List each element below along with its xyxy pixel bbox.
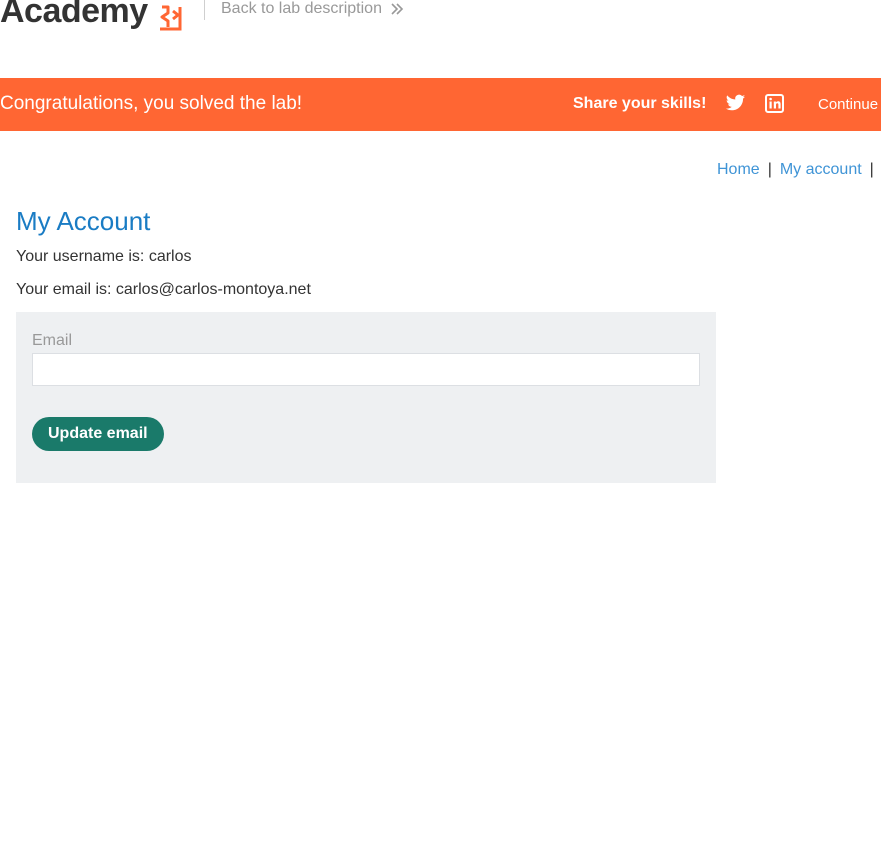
logo-text: Academy: [0, 0, 148, 30]
academy-logo-mark-icon: [159, 5, 182, 31]
continue-learning-link[interactable]: Continue: [818, 96, 878, 113]
email-field-label: Email: [32, 332, 73, 349]
nav-separator: |: [767, 161, 772, 178]
twitter-icon: [725, 94, 746, 111]
linkedin-icon: [765, 94, 784, 113]
nav-separator: |: [869, 161, 874, 178]
nav-home-link[interactable]: Home: [717, 161, 760, 178]
top-navigation: Home | My account |: [717, 161, 881, 179]
academy-logo[interactable]: Academy: [0, 0, 182, 31]
twitter-share-button[interactable]: [725, 94, 746, 114]
share-skills-label: Share your skills!: [573, 95, 707, 112]
update-email-button[interactable]: Update email: [32, 417, 164, 451]
back-to-lab-link[interactable]: Back to lab description: [221, 0, 404, 18]
username-info: Your username is: carlos: [16, 248, 192, 265]
back-to-lab-label: Back to lab description: [221, 0, 382, 17]
header: Academy Back to lab description: [0, 0, 881, 78]
page-title: My Account: [16, 206, 151, 236]
header-divider: [204, 0, 205, 20]
nav-my-account-link[interactable]: My account: [780, 161, 862, 178]
lab-solved-banner: Congratulations, you solved the lab! Sha…: [0, 78, 881, 131]
email-field[interactable]: [32, 353, 700, 386]
change-email-form: Email Update email: [16, 312, 716, 483]
lab-solved-message: Congratulations, you solved the lab!: [0, 93, 303, 114]
email-info: Your email is: carlos@carlos-montoya.net: [16, 281, 311, 298]
double-chevron-right-icon: [391, 3, 404, 15]
linkedin-share-button[interactable]: [765, 94, 784, 113]
